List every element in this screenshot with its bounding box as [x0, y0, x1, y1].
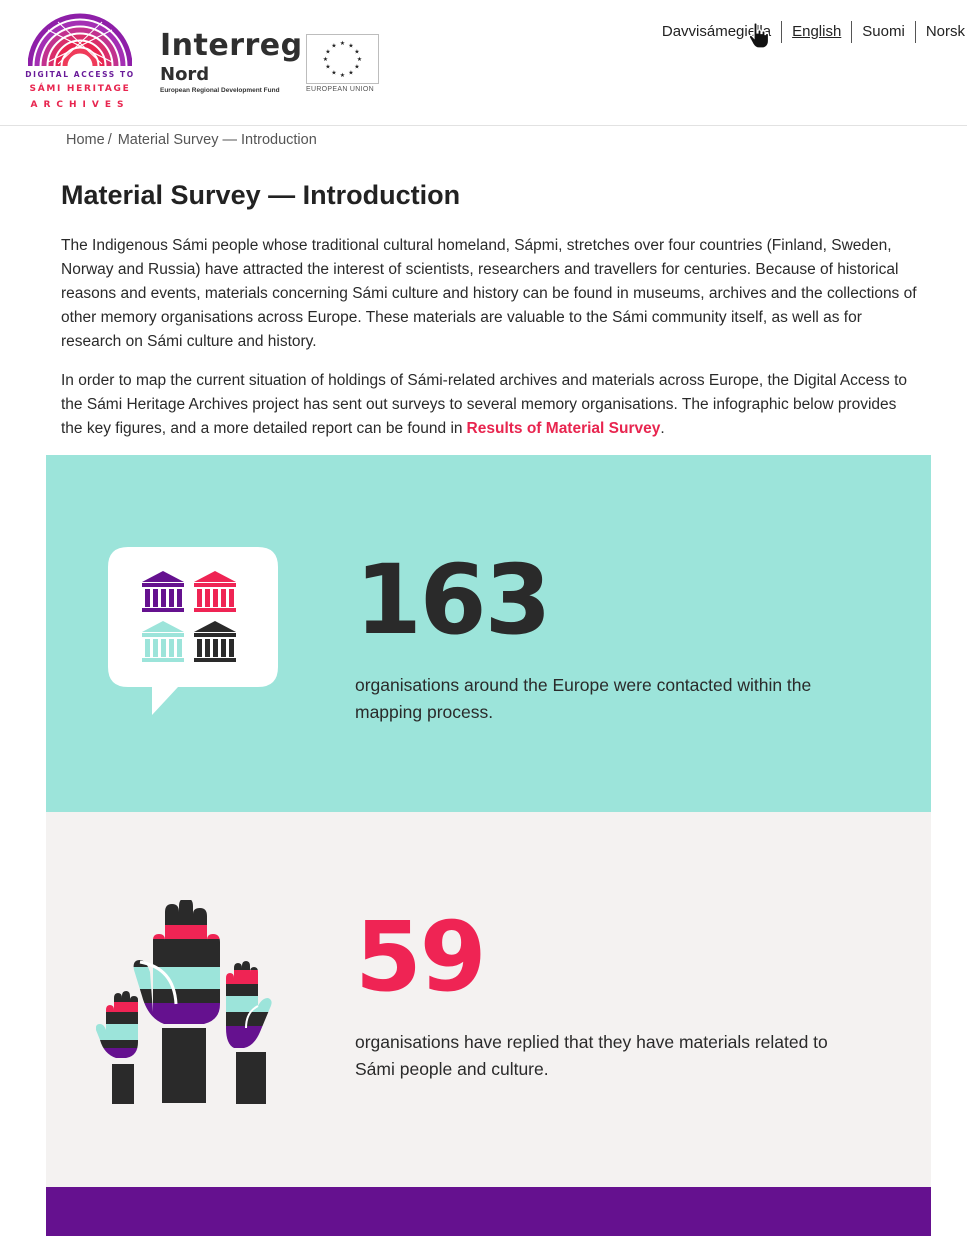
- svg-text:★: ★: [331, 43, 336, 50]
- svg-text:★: ★: [325, 49, 330, 56]
- breadcrumb-current: Material Survey — Introduction: [117, 132, 317, 148]
- stat-replied-value: 59: [355, 901, 487, 1013]
- stat-panel-contacted: 163 organisations around the Europe were…: [46, 455, 931, 812]
- lang-suomi[interactable]: Suomi: [851, 21, 915, 43]
- stat-contacted-value: 163: [355, 544, 551, 656]
- intro-paragraph-1: The Indigenous Sámi people whose traditi…: [61, 237, 917, 350]
- dasha-logo-line3: ARCHIVES: [30, 100, 130, 110]
- page-title: Material Survey — Introduction: [61, 180, 461, 210]
- breadcrumb-home[interactable]: Home: [66, 132, 105, 148]
- intro-paragraph-2-end: .: [660, 420, 665, 437]
- stat-replied-text: organisations have replied that they hav…: [355, 1032, 828, 1079]
- dasha-logo[interactable]: DIGITAL ACCESS TO SÁMI HERITAGE ARCHIVES: [24, 12, 136, 116]
- results-material-survey-link[interactable]: Results of Material Survey: [467, 420, 661, 437]
- lang-english[interactable]: English: [781, 21, 851, 43]
- hand-cursor-icon: [748, 22, 770, 49]
- svg-text:★: ★: [340, 40, 345, 47]
- raised-hands-icon: [96, 900, 272, 1104]
- svg-text:★: ★: [325, 64, 330, 71]
- interreg-logo-fund: European Regional Development Fund: [160, 87, 280, 94]
- dasha-logo-line2: SÁMI HERITAGE: [29, 84, 131, 94]
- eu-flag-icon: ★ ★ ★ ★ ★ ★ ★ ★ ★ ★ ★ ★: [306, 34, 379, 84]
- svg-text:★: ★: [348, 70, 353, 77]
- stat-panel-next: [46, 1187, 931, 1236]
- breadcrumb: Home / Material Survey — Introduction: [66, 132, 317, 148]
- language-switcher: Davvisámegiella English Suomi Norsk: [662, 20, 967, 44]
- stat-contacted-text: organisations around the Europe were con…: [355, 675, 812, 722]
- svg-text:★: ★: [348, 43, 353, 50]
- interreg-logo[interactable]: Interreg Nord European Regional Developm…: [160, 28, 303, 100]
- stat-panel-replied: 59 organisations have replied that they …: [46, 812, 931, 1187]
- svg-text:★: ★: [357, 56, 362, 63]
- lang-norsk[interactable]: Norsk: [914, 21, 967, 43]
- svg-text:★: ★: [340, 72, 345, 79]
- rainbow-arc-icon: [28, 13, 132, 67]
- interreg-logo-name: Interreg: [160, 28, 303, 63]
- svg-text:★: ★: [354, 64, 359, 71]
- svg-text:★: ★: [331, 70, 336, 77]
- museum-buildings-bubble-icon: [108, 547, 278, 715]
- site-header: DIGITAL ACCESS TO SÁMI HERITAGE ARCHIVES…: [0, 0, 967, 126]
- eu-label: EUROPEAN UNION: [306, 86, 374, 93]
- intro-paragraph-2: In order to map the current situation of…: [61, 369, 921, 441]
- interreg-logo-region: Nord: [160, 64, 210, 85]
- svg-text:★: ★: [354, 49, 359, 56]
- dasha-logo-line1: DIGITAL ACCESS TO: [25, 70, 135, 79]
- svg-text:★: ★: [323, 56, 328, 63]
- breadcrumb-separator: /: [107, 132, 112, 148]
